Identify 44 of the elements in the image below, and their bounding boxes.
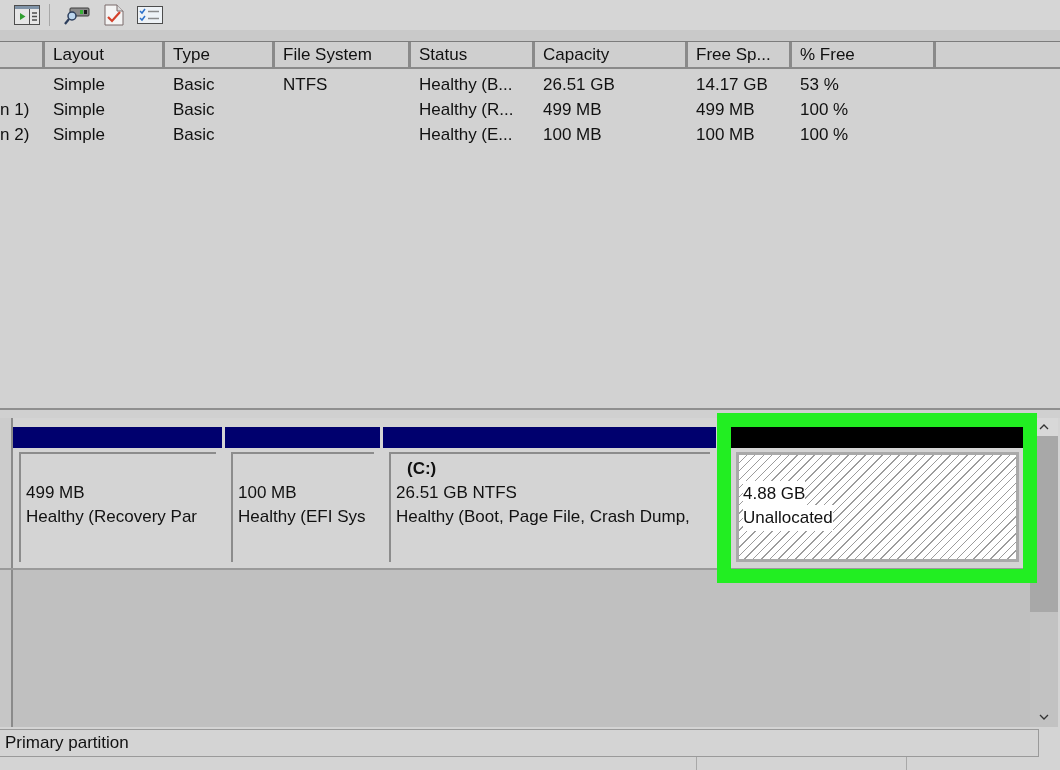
console-window-icon[interactable] (14, 5, 40, 25)
column-header[interactable]: Layout (42, 42, 162, 67)
column-header[interactable]: Type (162, 42, 272, 67)
status-text: Primary partition (5, 732, 129, 755)
table-cell-text: NTFS (283, 73, 328, 96)
partition-label: (C:) (407, 458, 437, 481)
partition-size: 26.51 GB NTFS (396, 482, 517, 505)
table-cell-text: 100 MB (696, 123, 755, 146)
column-header[interactable]: Free Sp... (685, 42, 789, 67)
table-cell-text: 14.17 GB (696, 73, 768, 96)
table-cell-text: Healthy (R... (419, 98, 514, 121)
column-header[interactable]: File System (272, 42, 408, 67)
document-check-icon[interactable] (104, 4, 124, 26)
checklist-icon[interactable] (137, 6, 163, 24)
table-cell-text: Simple (53, 123, 105, 146)
chevron-up-icon (1039, 424, 1049, 430)
table-cell-text: 100 % (800, 123, 849, 146)
column-header[interactable]: % Free (789, 42, 933, 67)
table-cell-text: 100 % (800, 98, 849, 121)
table-cell-text: 53 % (800, 73, 839, 96)
partition-status: Unallocated (743, 505, 833, 531)
table-cell-text: 26.51 GB (543, 73, 615, 96)
partition-status: Healthy (Boot, Page File, Crash Dump, (396, 506, 690, 529)
table-cell-text: Basic (173, 73, 215, 96)
partition-size: 100 MB (238, 482, 297, 505)
chevron-down-icon (1039, 714, 1049, 720)
table-cell-text: 499 MB (543, 98, 602, 121)
table-cell-text: Basic (173, 98, 215, 121)
column-header[interactable]: Status (408, 42, 532, 67)
table-cell-text: n 2) (0, 123, 30, 146)
table-cell-text: Healthy (B... (419, 73, 513, 96)
partition-size: 499 MB (26, 482, 85, 505)
table-cell-text: Healthy (E... (419, 123, 513, 146)
table-cell-text: 100 MB (543, 123, 602, 146)
drive-search-icon[interactable] (64, 5, 90, 25)
table-cell-text: 499 MB (696, 98, 755, 121)
partition-status: Healthy (Recovery Par (26, 506, 197, 529)
partition-status: Healthy (EFI Sys (238, 506, 366, 529)
column-header[interactable]: Capacity (532, 42, 685, 67)
table-cell-text: Simple (53, 98, 105, 121)
table-cell-text: Basic (173, 123, 215, 146)
partition-size: 4.88 GB (743, 481, 806, 507)
table-cell-text: n 1) (0, 98, 30, 121)
table-cell-text: Simple (53, 73, 105, 96)
